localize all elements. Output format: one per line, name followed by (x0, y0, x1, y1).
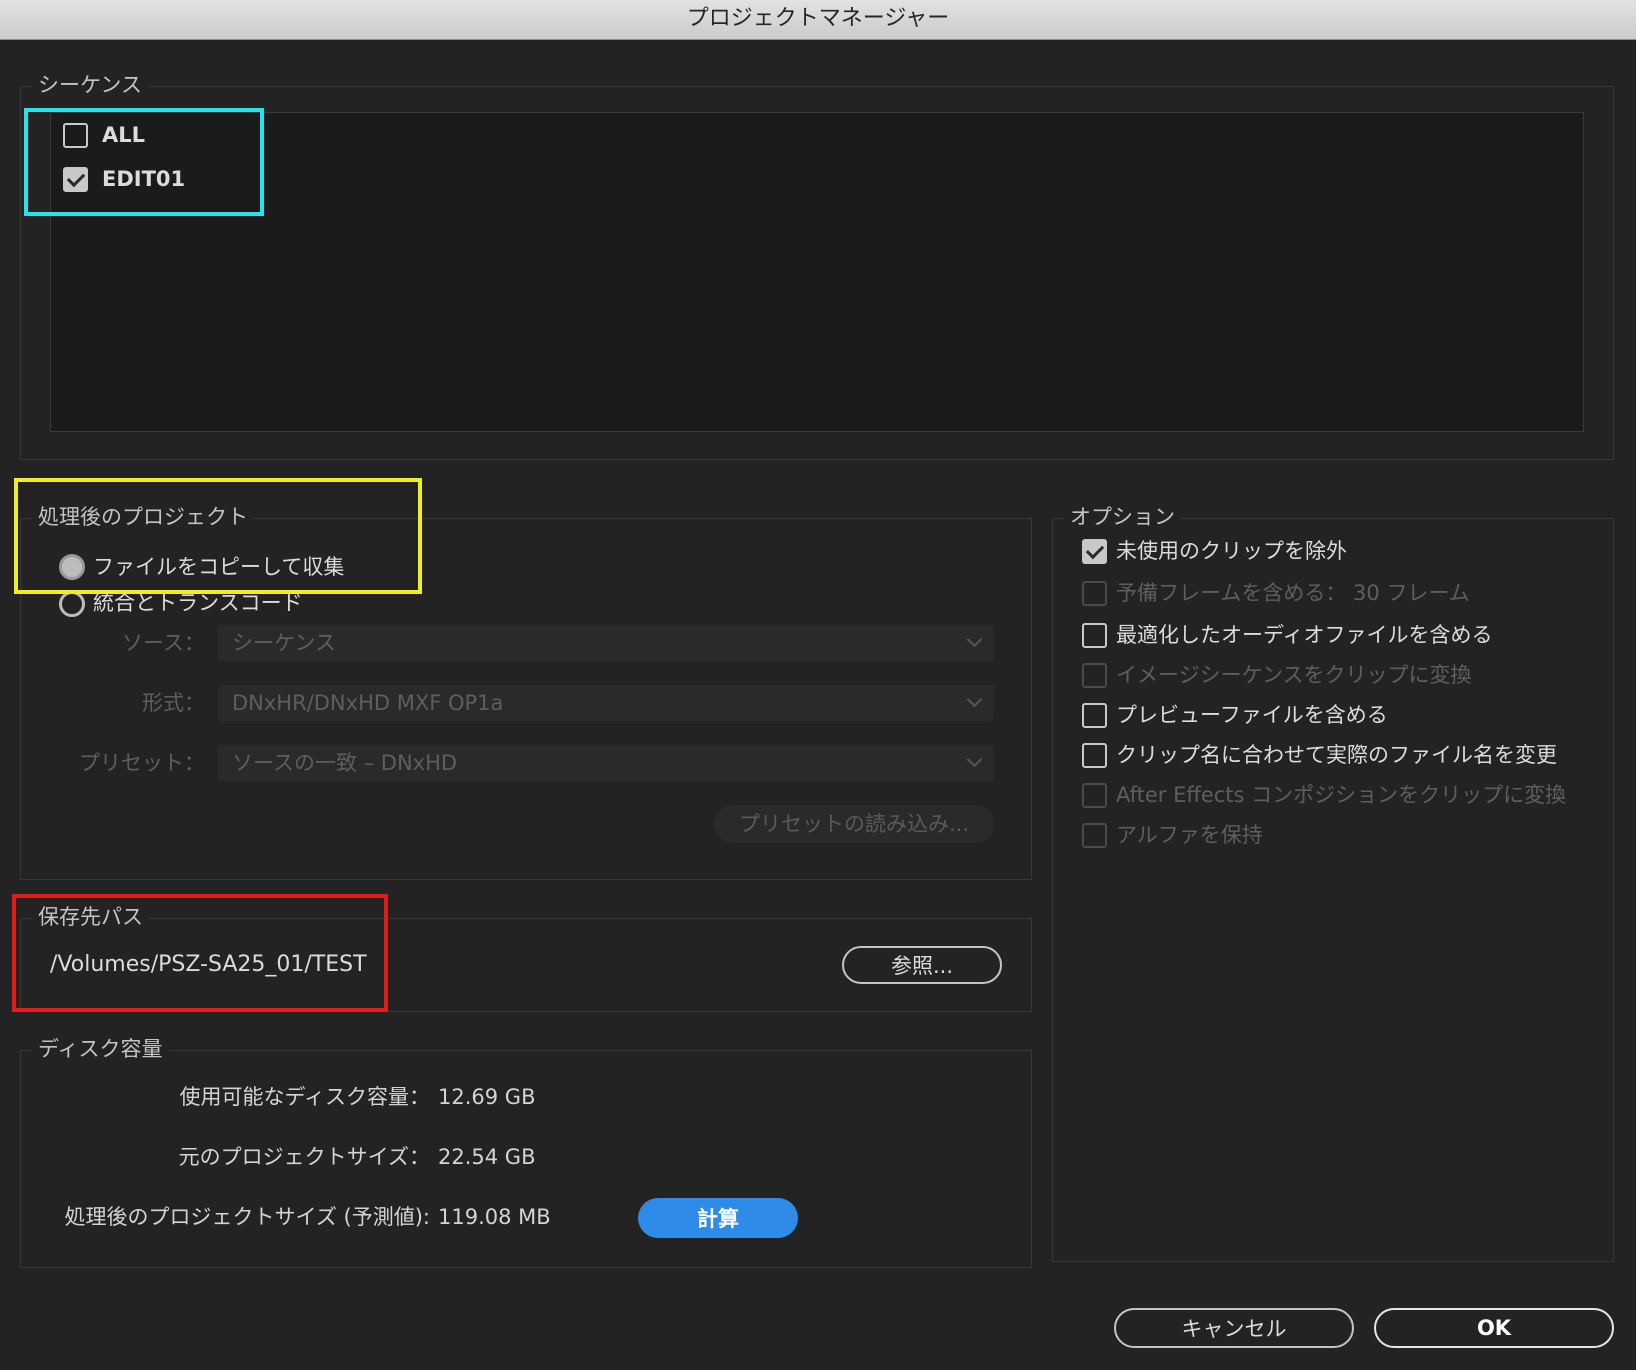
cancel-button[interactable]: キャンセル (1114, 1308, 1354, 1348)
sequence-group-title: シーケンス (32, 72, 148, 98)
original-size-value: 22.54 GB (438, 1145, 536, 1169)
option-conformed-audio-checkbox[interactable] (1082, 623, 1107, 648)
browse-button[interactable]: 参照... (842, 946, 1002, 984)
window-title: プロジェクトマネージャー (0, 0, 1636, 40)
option-after-effects-checkbox[interactable] (1082, 783, 1107, 808)
option-conformed-audio-label: 最適化したオーディオファイルを含める (1116, 623, 1493, 647)
option-exclude-unused-checkbox[interactable] (1082, 539, 1107, 564)
import-preset-button[interactable]: プリセットの読み込み... (714, 805, 994, 843)
option-handle-frames-checkbox[interactable] (1082, 581, 1107, 606)
highlight-box-cyan (24, 108, 264, 216)
option-preserve-alpha-checkbox[interactable] (1082, 823, 1107, 848)
ok-button[interactable]: OK (1374, 1308, 1614, 1348)
option-image-sequence-label: イメージシーケンスをクリップに変換 (1116, 663, 1472, 687)
format-dropdown[interactable]: DNxHR/DNxHD MXF OP1a (218, 685, 994, 721)
format-label: 形式： (142, 691, 205, 715)
format-dropdown-value: DNxHR/DNxHD MXF OP1a (232, 691, 504, 715)
highlight-box-red (12, 894, 388, 1012)
highlight-box-yellow (14, 478, 422, 594)
available-space-value: 12.69 GB (438, 1085, 536, 1109)
option-preview-files-checkbox[interactable] (1082, 703, 1107, 728)
source-label: ソース： (122, 631, 205, 655)
option-exclude-unused-label: 未使用のクリップを除外 (1116, 539, 1347, 563)
resulting-size-value: 119.08 MB (438, 1205, 551, 1229)
option-rename-files-checkbox[interactable] (1082, 743, 1107, 768)
chevron-down-icon (966, 691, 983, 708)
options-title: オプション (1064, 504, 1181, 530)
calculate-button[interactable]: 計算 (638, 1198, 798, 1238)
source-dropdown[interactable]: シーケンス (218, 625, 994, 661)
preset-dropdown[interactable]: ソースの一致 – DNxHD (218, 745, 994, 781)
available-space-label: 使用可能なディスク容量： (179, 1085, 430, 1109)
radio-consolidate-transcode[interactable] (59, 591, 85, 617)
resulting-size-label: 処理後のプロジェクトサイズ (予測値): (64, 1205, 430, 1229)
option-image-sequence-checkbox[interactable] (1082, 663, 1107, 688)
option-preview-files-label: プレビューファイルを含める (1116, 703, 1388, 727)
chevron-down-icon (966, 631, 983, 648)
option-handle-frames-label: 予備フレームを含める： 30 フレーム (1116, 581, 1470, 605)
option-after-effects-label: After Effects コンポジションをクリップに変換 (1116, 783, 1567, 807)
option-rename-files-label: クリップ名に合わせて実際のファイル名を変更 (1116, 743, 1557, 767)
disk-space-title: ディスク容量 (32, 1036, 169, 1062)
preset-label: プリセット： (79, 751, 205, 775)
preset-dropdown-value: ソースの一致 – DNxHD (232, 751, 458, 775)
sequence-list[interactable] (50, 112, 1584, 432)
chevron-down-icon (966, 751, 983, 768)
original-size-label: 元のプロジェクトサイズ： (178, 1145, 430, 1169)
option-preserve-alpha-label: アルファを保持 (1116, 823, 1263, 847)
source-dropdown-value: シーケンス (232, 631, 336, 655)
